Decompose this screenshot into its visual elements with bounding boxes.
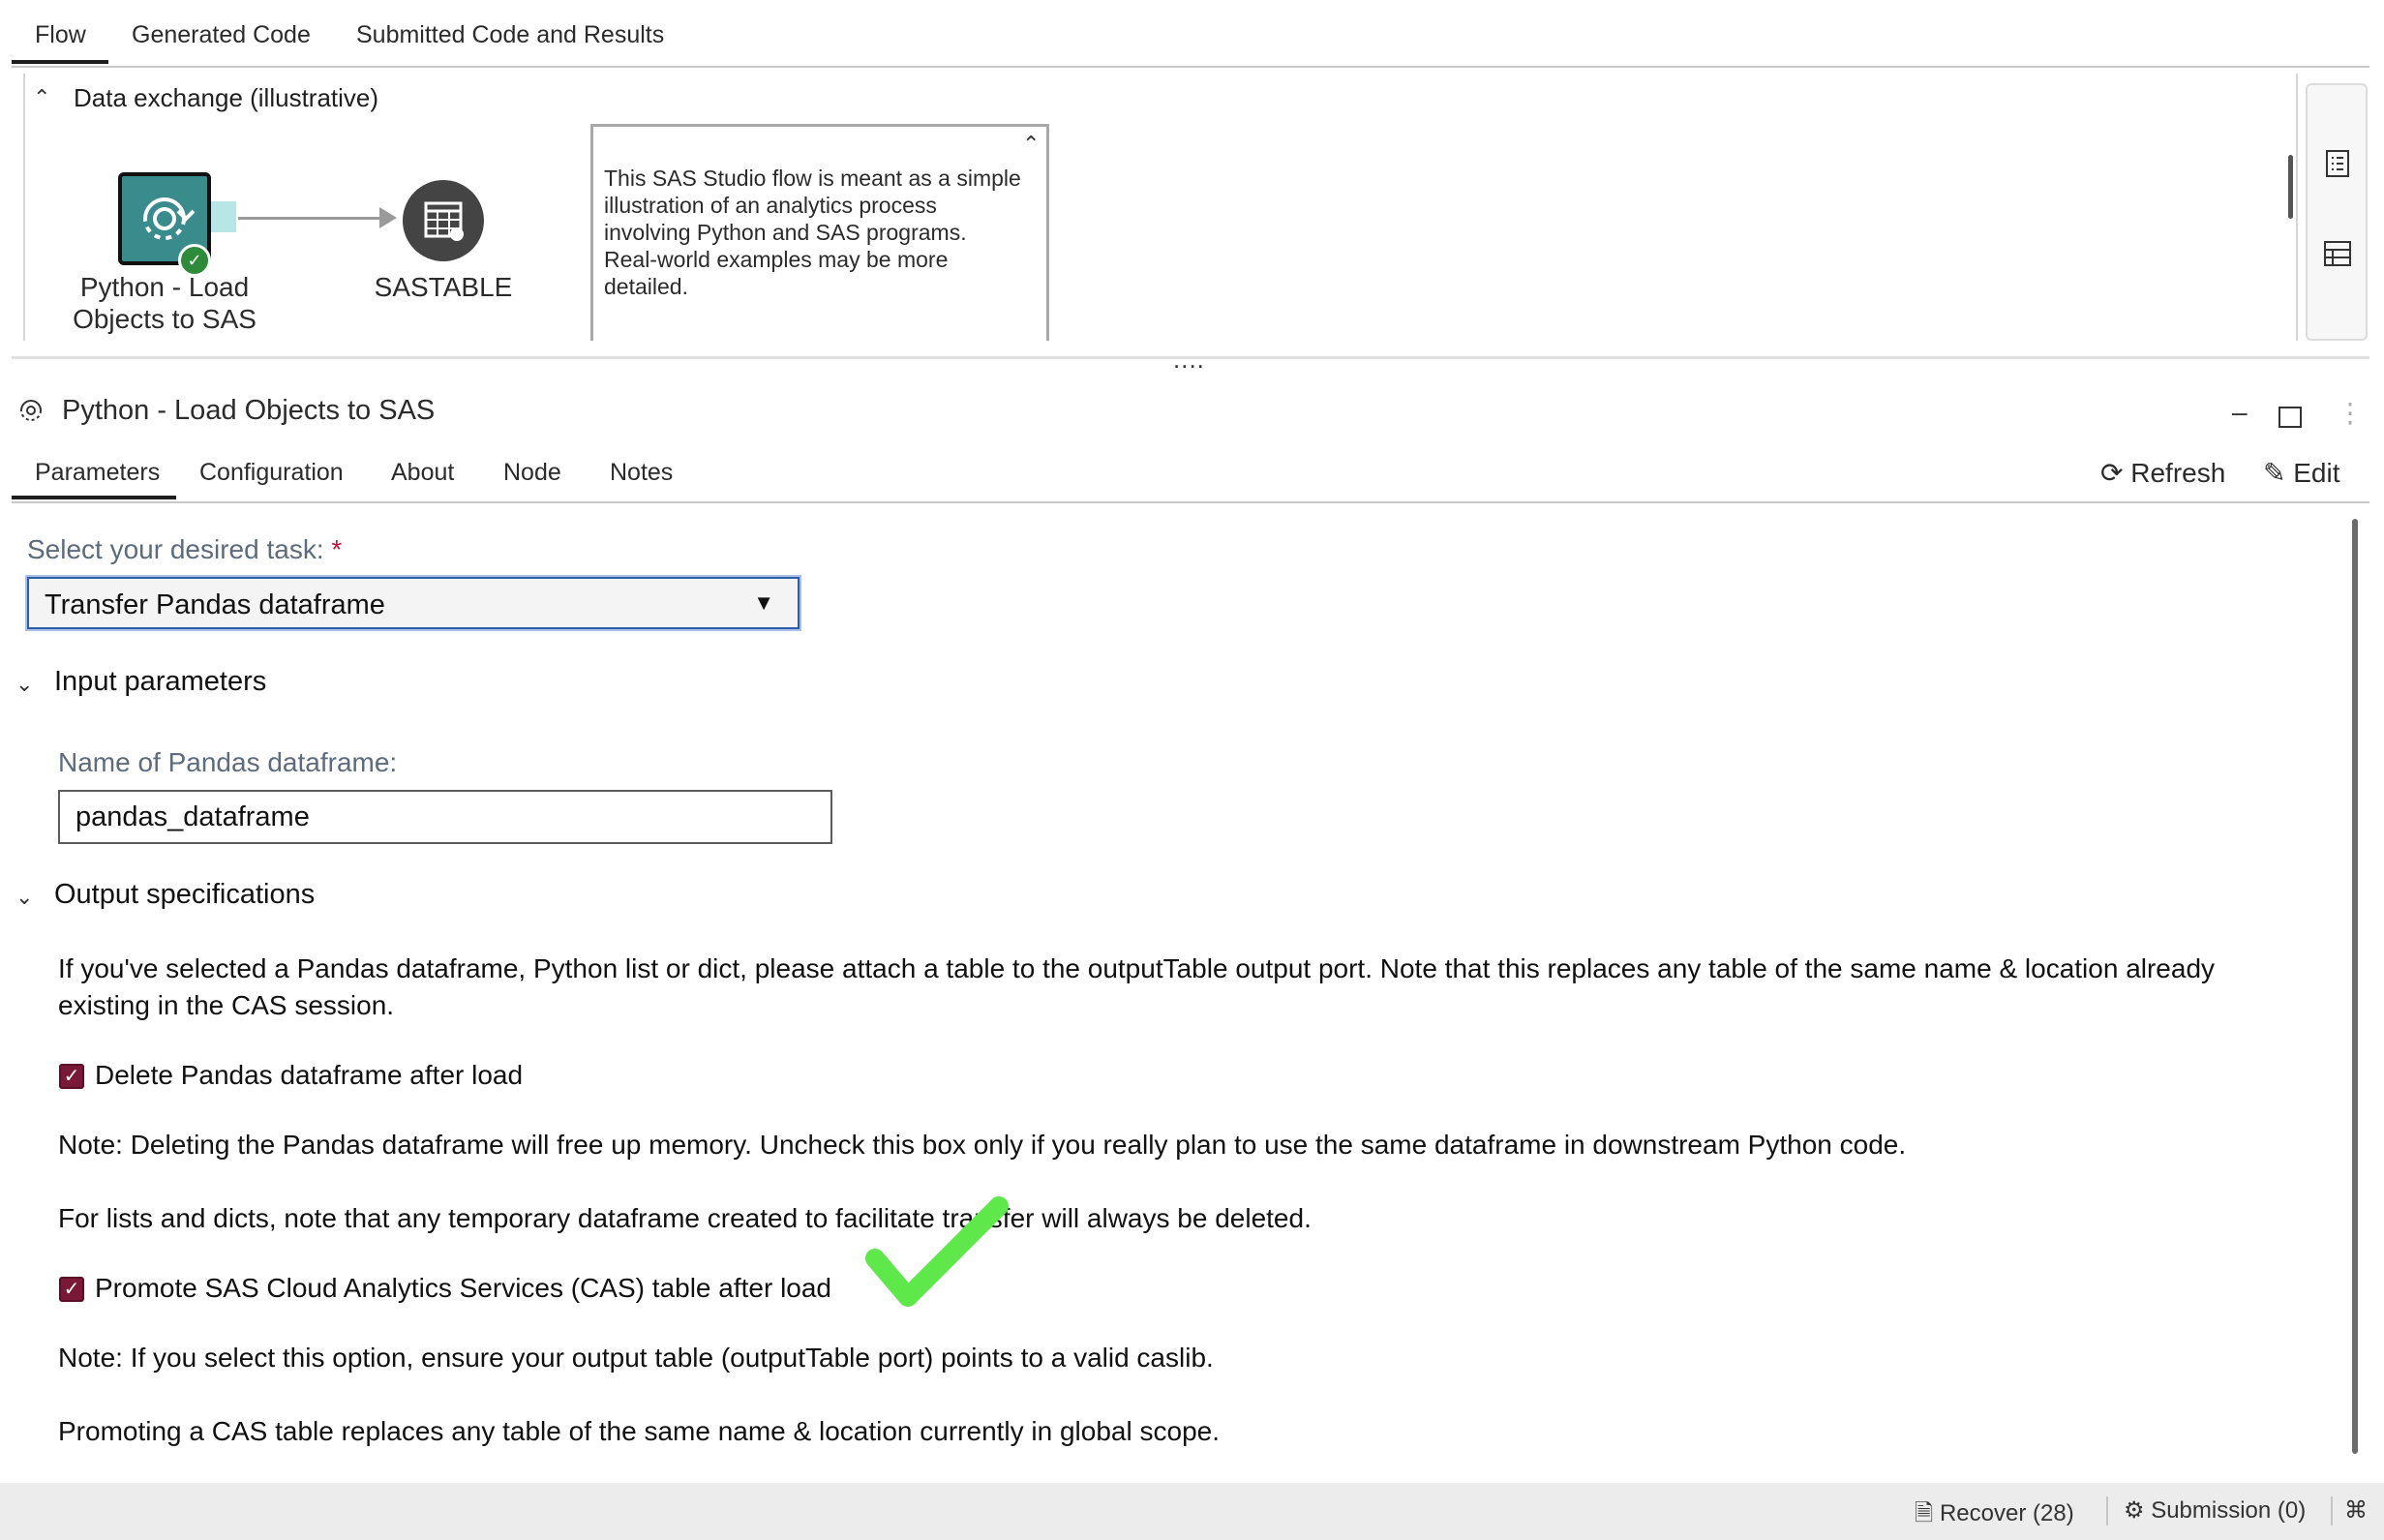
edit-button[interactable]: ✎ Edit xyxy=(2263,457,2340,489)
tab-generated-code[interactable]: Generated Code xyxy=(132,21,311,49)
df-name-input[interactable] xyxy=(75,801,811,833)
flow-title: Data exchange (illustrative) xyxy=(74,83,379,112)
flow-edge xyxy=(238,217,383,220)
note-line: illustration of an analytics process xyxy=(604,193,937,218)
table-node[interactable] xyxy=(403,180,484,261)
expand-chevron-icon[interactable]: ⌄ xyxy=(15,672,33,697)
recover-button[interactable]: 🗎 Recover (28) xyxy=(1915,1496,2074,1536)
submission-label: Submission (0) xyxy=(2151,1497,2307,1524)
note-collapse-chevron-icon[interactable]: ⌃ xyxy=(1022,132,1040,157)
flow-scrollbar[interactable] xyxy=(2288,155,2293,219)
df-name-label: Name of Pandas dataframe: xyxy=(58,747,398,777)
python-node-label-line2: Objects to SAS xyxy=(73,304,257,334)
annotation-check-icon xyxy=(865,1196,1009,1307)
required-marker: * xyxy=(331,534,343,564)
refresh-icon: ⟳ xyxy=(2100,458,2124,488)
python-node-icon xyxy=(15,395,46,433)
pencil-icon: ✎ xyxy=(2263,458,2286,488)
tab-about[interactable]: About xyxy=(391,459,454,487)
output-specifications-section[interactable]: Output specifications xyxy=(54,879,315,911)
parameters-scrollbar[interactable] xyxy=(2352,519,2358,1454)
table-layout-icon[interactable] xyxy=(2323,240,2352,267)
flow-side-rail xyxy=(2306,83,2368,341)
tab-node[interactable]: Node xyxy=(503,459,561,487)
properties-list-icon[interactable] xyxy=(2325,149,2350,178)
python-node-label-line1: Python - Load xyxy=(79,272,250,302)
tab-parameters[interactable]: Parameters xyxy=(35,459,160,487)
status-divider xyxy=(2331,1496,2333,1525)
flow-note-text: This SAS Studio flow is meant as a simpl… xyxy=(604,165,1040,300)
table-node-label: SASTABLE xyxy=(374,272,513,302)
top-tab-bar: Flow Generated Code Submitted Code and R… xyxy=(12,0,2369,68)
active-tab-indicator xyxy=(12,60,108,64)
note-line: involving Python and SAS programs. xyxy=(604,220,967,245)
arrow-head-icon xyxy=(379,207,397,228)
note-line: detailed. xyxy=(604,274,688,299)
note-line: This SAS Studio flow is meant as a simpl… xyxy=(604,166,1021,191)
promote-note-2: Promoting a CAS table replaces any table… xyxy=(58,1416,1220,1446)
node-panel-tab-bar: Parameters Configuration About Node Note… xyxy=(12,447,2369,503)
refresh-button[interactable]: ⟳ Refresh xyxy=(2100,457,2225,489)
lists-note: For lists and dicts, note that any tempo… xyxy=(58,1203,1312,1233)
note-line: Real-world examples may be more xyxy=(604,247,949,272)
df-name-field[interactable] xyxy=(58,790,832,844)
gear-icon: ⚙ xyxy=(2124,1497,2145,1524)
tab-configuration[interactable]: Configuration xyxy=(199,459,344,487)
delete-dataframe-checkbox[interactable]: ✓ xyxy=(59,1064,84,1089)
node-panel-title: Python - Load Objects to SAS xyxy=(62,395,436,426)
promote-cas-checkbox[interactable]: ✓ xyxy=(59,1277,84,1302)
tab-notes[interactable]: Notes xyxy=(610,459,673,487)
promote-cas-label[interactable]: Promote SAS Cloud Analytics Services (CA… xyxy=(95,1270,831,1307)
maximize-icon[interactable] xyxy=(2278,407,2302,428)
recover-label: Recover (28) xyxy=(1939,1500,2074,1526)
task-select-value: Transfer Pandas dataframe xyxy=(45,589,385,620)
promote-note: Note: If you select this option, ensure … xyxy=(58,1343,1214,1373)
tab-submitted-code-and-results[interactable]: Submitted Code and Results xyxy=(356,21,664,49)
task-select[interactable]: Transfer Pandas dataframe ▼ xyxy=(25,575,801,631)
collapse-chevron-icon[interactable]: ⌃ xyxy=(33,85,50,110)
active-subtab-indicator xyxy=(12,496,176,499)
more-options-icon[interactable]: ⋮ xyxy=(2337,397,2364,429)
document-icon: 🗎 xyxy=(1915,1500,1934,1526)
python-node-label: Python - Load Objects to SAS xyxy=(56,271,273,335)
submission-button[interactable]: ⚙ Submission (0) xyxy=(2124,1496,2306,1525)
delete-note: Note: Deleting the Pandas dataframe will… xyxy=(58,1130,1907,1160)
delete-dataframe-label[interactable]: Delete Pandas dataframe after load xyxy=(95,1057,523,1094)
tab-flow[interactable]: Flow xyxy=(35,21,86,49)
minimize-icon[interactable]: – xyxy=(2232,397,2248,428)
expand-chevron-icon[interactable]: ⌄ xyxy=(15,885,33,910)
task-label-text: Select your desired task: xyxy=(27,534,324,564)
output-description-line2: existing in the CAS session. xyxy=(58,990,395,1020)
output-port[interactable] xyxy=(211,201,236,232)
task-select-label: Select your desired task: * xyxy=(27,534,342,565)
input-parameters-section[interactable]: Input parameters xyxy=(54,666,266,698)
output-description: If you've selected a Pandas dataframe, P… xyxy=(58,951,2342,1024)
edit-label: Edit xyxy=(2293,458,2340,488)
dropdown-caret-icon: ▼ xyxy=(753,590,774,615)
status-divider xyxy=(2106,1496,2108,1525)
table-node-icon xyxy=(424,201,464,241)
splitter-handle[interactable]: .... xyxy=(1173,345,1205,375)
refresh-label: Refresh xyxy=(2130,458,2226,488)
output-description-line1: If you've selected a Pandas dataframe, P… xyxy=(58,953,2216,983)
keyboard-shortcuts-icon[interactable]: ⌘ xyxy=(2344,1496,2368,1525)
